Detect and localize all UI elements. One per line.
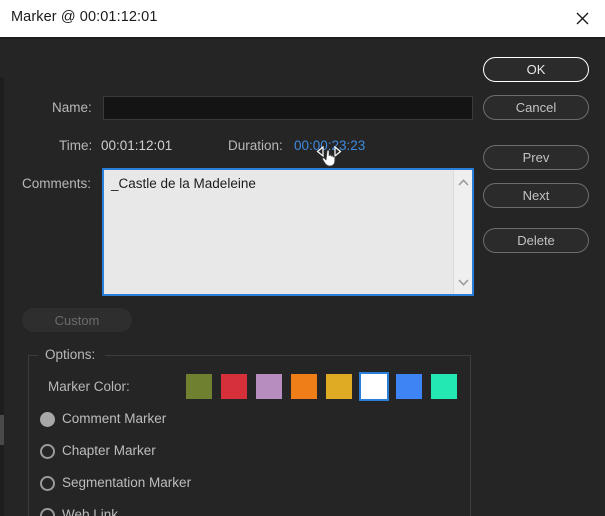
close-icon[interactable] [559, 0, 605, 37]
radio-label-segmentation-marker: Segmentation Marker [62, 475, 191, 490]
comments-scrollbar[interactable] [453, 170, 472, 294]
chevron-down-icon[interactable] [454, 273, 473, 291]
dialog-body: Name: Time: 00:01:12:01 Duration: 00:00:… [0, 39, 605, 516]
chevron-up-icon[interactable] [454, 173, 473, 191]
marker-color-swatch-white[interactable] [361, 374, 387, 399]
marker-color-swatch-orange[interactable] [291, 374, 317, 399]
comments-textarea[interactable]: _Castle de la Madeleine [102, 168, 474, 296]
dialog-scrollbar[interactable] [0, 77, 4, 516]
comments-label: Comments: [22, 176, 91, 191]
prev-button[interactable]: Prev [483, 145, 589, 170]
name-label: Name: [52, 100, 92, 115]
marker-color-swatch-olive[interactable] [186, 374, 212, 399]
marker-color-swatch-red[interactable] [221, 374, 247, 399]
radio-label-comment-marker: Comment Marker [62, 411, 166, 426]
duration-label: Duration: [228, 138, 283, 153]
dialog-title: Marker @ 00:01:12:01 [11, 9, 158, 25]
time-value: 00:01:12:01 [101, 138, 172, 153]
radio-indicator-chapter-marker[interactable] [40, 444, 55, 459]
marker-color-swatch-blue[interactable] [396, 374, 422, 399]
next-button[interactable]: Next [483, 183, 589, 208]
ok-button[interactable]: OK [483, 57, 589, 82]
delete-button[interactable]: Delete [483, 228, 589, 253]
radio-indicator-comment-marker[interactable] [40, 412, 55, 427]
options-legend: Options: [41, 347, 99, 362]
radio-label-web-link: Web Link [62, 507, 118, 516]
marker-color-swatch-mauve[interactable] [256, 374, 282, 399]
options-group-border-left [28, 355, 38, 356]
options-group-border-right [105, 355, 471, 356]
comments-value: _Castle de la Madeleine [111, 175, 446, 192]
marker-color-swatch-gold[interactable] [326, 374, 352, 399]
time-label: Time: [59, 138, 92, 153]
radio-indicator-web-link[interactable] [40, 508, 55, 516]
dialog-scrollbar-thumb[interactable] [0, 415, 4, 445]
marker-color-swatch-teal[interactable] [431, 374, 457, 399]
marker-dialog: Marker @ 00:01:12:01 Name: Time: 00:01:1… [0, 0, 605, 516]
marker-color-label: Marker Color: [48, 379, 130, 394]
custom-button[interactable]: Custom [22, 308, 132, 332]
radio-label-chapter-marker: Chapter Marker [62, 443, 156, 458]
dialog-titlebar: Marker @ 00:01:12:01 [0, 0, 605, 37]
cancel-button[interactable]: Cancel [483, 95, 589, 120]
duration-value[interactable]: 00:00:23:23 [294, 138, 365, 153]
name-input[interactable] [103, 96, 473, 120]
radio-indicator-segmentation-marker[interactable] [40, 476, 55, 491]
